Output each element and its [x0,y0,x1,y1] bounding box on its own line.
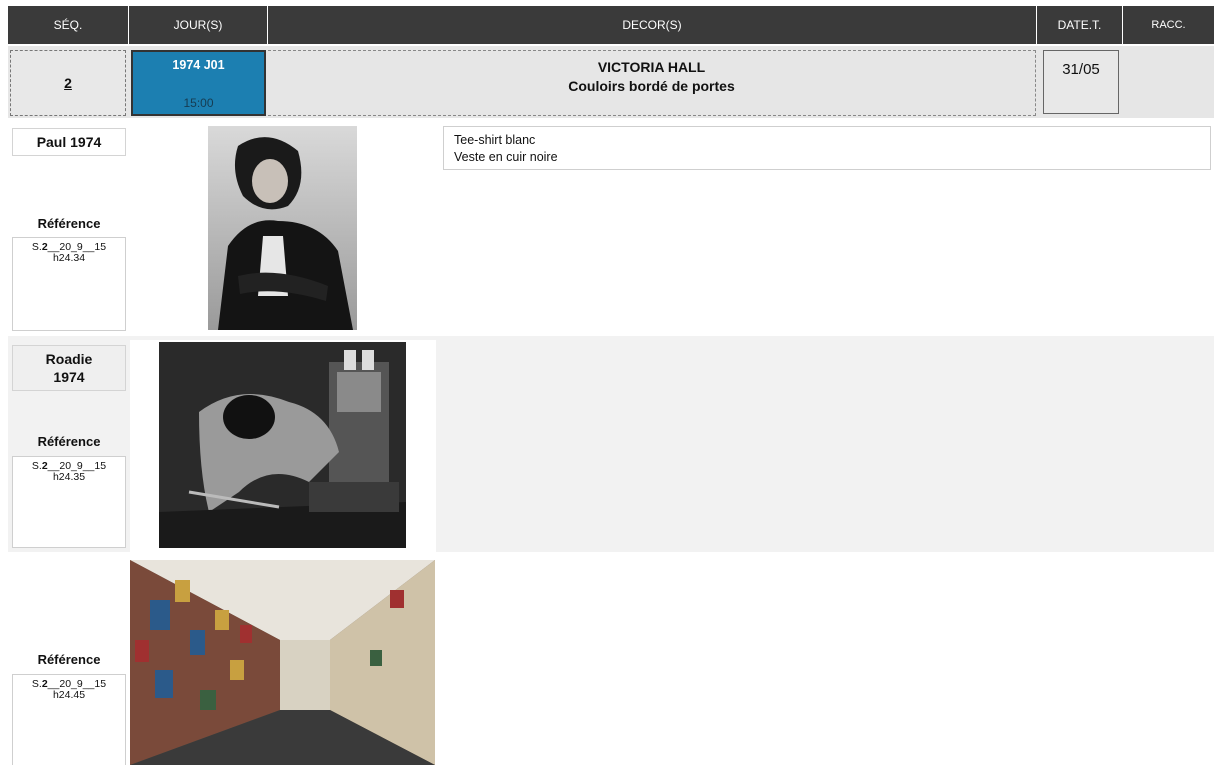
header-seq-label: SÉQ. [53,18,83,32]
date-value: 31/05 [1062,61,1100,78]
header-decors-label: DECOR(S) [622,18,682,32]
character-name-line1: Roadie [45,351,93,367]
corridor-photo [130,560,435,765]
character-name-line2: 1974 [53,369,85,385]
reference-photo-3 [130,560,435,765]
costume-notes: Tee-shirt blanc Veste en cuir noire [443,126,1211,170]
reference-box: S.2__20_9__15 h24.45 [12,674,126,765]
seq-number: 2 [10,50,126,116]
header-date-t-label: DATE.T. [1057,18,1102,32]
header-racc: RACC. [1123,6,1214,44]
ref-prefix: S. [31,241,42,253]
header-seq: SÉQ. [8,6,129,44]
reference-hour: h24.45 [52,689,86,701]
date-cell: 31/05 [1043,50,1119,114]
costume-line: Tee-shirt blanc [454,133,536,147]
jour-cell[interactable]: 1974 J01 15:00 [131,50,266,116]
ref-prefix: S. [31,460,42,472]
decor-line1: VICTORIA HALL [597,59,706,75]
header-decors: DECOR(S) [268,6,1037,44]
reference-hour: h24.35 [52,471,86,483]
portrait-photo [208,126,357,330]
ref-prefix: S. [31,678,42,690]
header-date-t: DATE.T. [1037,6,1123,44]
jour-title: 1974 J01 [172,58,225,72]
character-name: Roadie 1974 [12,345,126,391]
header-jours-label: JOUR(S) [173,18,223,32]
reference-label-text: Référence [37,216,101,231]
character-name: Paul 1974 [12,128,126,156]
character-name-text: Paul 1974 [36,134,102,150]
reference-label: Référence [12,434,126,449]
reference-photo-2 [159,342,406,548]
reference-label-text: Référence [37,434,101,449]
reference-hour: h24.34 [52,252,86,264]
reference-photo-1 [208,126,357,330]
header-jours: JOUR(S) [129,6,268,44]
header-racc-label: RACC. [1151,19,1186,31]
reference-box: S.2__20_9__15 h24.34 [12,237,126,331]
costume-line: Veste en cuir noire [454,150,558,164]
decor-cell: VICTORIA HALL Couloirs bordé de portes [268,50,1036,116]
stage-photo [159,342,406,548]
jour-time: 15:00 [183,96,214,110]
seq-number-value: 2 [64,75,72,91]
reference-label: Référence [12,216,126,231]
decor-line2: Couloirs bordé de portes [568,78,735,94]
reference-box: S.2__20_9__15 h24.35 [12,456,126,548]
reference-label: Référence [12,652,126,667]
reference-label-text: Référence [37,652,101,667]
